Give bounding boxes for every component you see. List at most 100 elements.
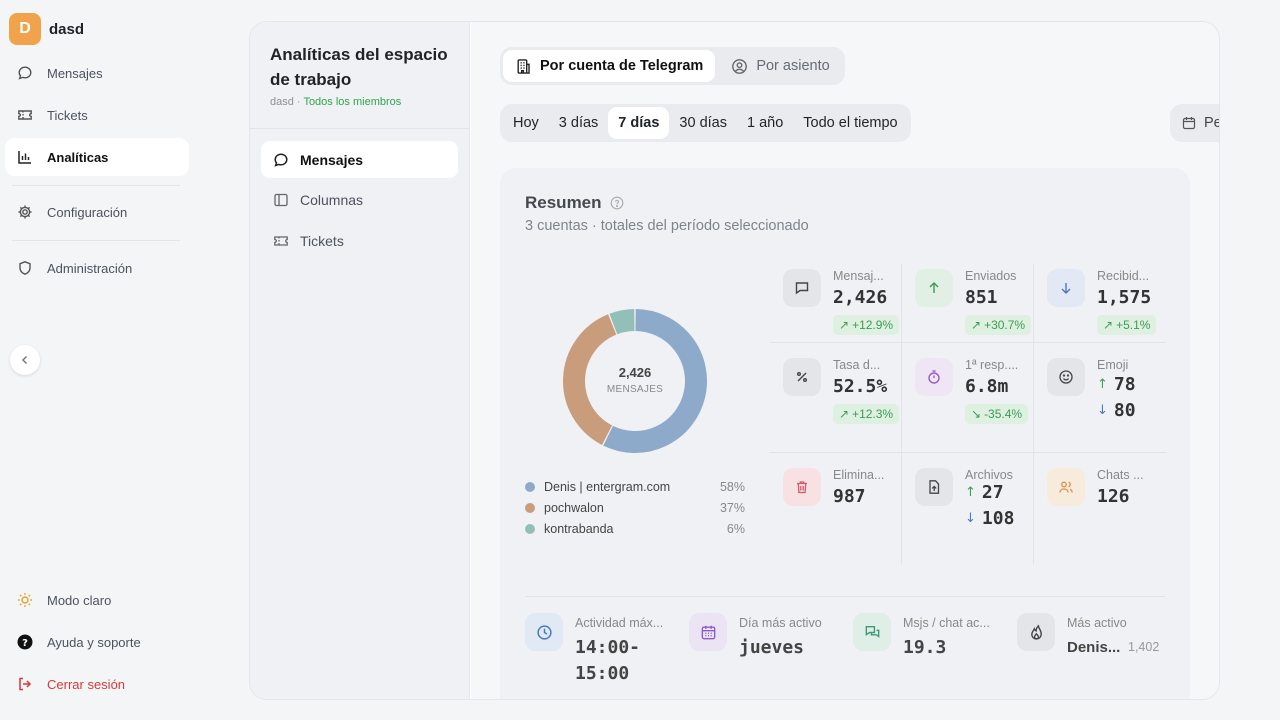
- metric-trend-badge: ↗ +12.9%: [833, 315, 900, 335]
- tab-por-cuenta-telegram[interactable]: Por cuenta de Telegram: [503, 50, 716, 82]
- help-support-button[interactable]: ? Ayuda y soporte: [5, 624, 189, 660]
- stat-value: Denis...: [1067, 639, 1121, 656]
- stat-value: jueves: [739, 637, 805, 658]
- stat-actividad-maxima: Actividad máx... 14:00- 15:00: [525, 613, 685, 684]
- trend-up-icon: ↗: [839, 318, 850, 332]
- workspace-logo: D: [9, 13, 41, 45]
- metric-label: Enviados: [965, 269, 1017, 283]
- legend-name: kontrabanda: [544, 521, 614, 536]
- calendar-icon: [689, 613, 727, 651]
- metric-value: 6.8m: [965, 376, 1009, 397]
- arrow-down-icon: [1047, 269, 1085, 307]
- help-circle-icon[interactable]: [610, 196, 624, 210]
- legend-item: pochwalon 37%: [525, 497, 745, 518]
- range-7-dias[interactable]: 7 días: [608, 107, 670, 139]
- subnav-item-tickets[interactable]: Tickets: [261, 222, 458, 259]
- legend-item: kontrabanda 6%: [525, 518, 745, 539]
- stat-dia-mas-activo: Día más activo jueves: [689, 613, 849, 673]
- metric-trend-badge: ↗ +12.3%: [833, 404, 900, 424]
- range-3-dias[interactable]: 3 días: [549, 107, 609, 139]
- sidebar-item-tickets[interactable]: Tickets: [5, 96, 189, 134]
- trend-up-icon: ↗: [1103, 318, 1114, 332]
- view-mode-toggle: Por cuenta de Telegram Por asiento: [500, 47, 845, 85]
- page-title: Analíticas del espacio de trabajo: [270, 45, 448, 89]
- sidebar-item-label: Mensajes: [47, 65, 103, 81]
- workspace-label: dasd: [270, 96, 294, 108]
- sidebar-item-mensajes[interactable]: Mensajes: [5, 54, 189, 92]
- subnav-item-columnas[interactable]: Columnas: [261, 181, 458, 218]
- metric-value-down: ↓ 108: [965, 508, 1014, 529]
- metric-primera-respuesta: 1ª resp.... 6.8m ↘ -35.4%: [902, 343, 1034, 453]
- tab-por-asiento[interactable]: Por asiento: [719, 50, 841, 82]
- sidebar-item-administracion[interactable]: Administración: [5, 249, 189, 287]
- metric-trend-badge: ↘ -35.4%: [965, 404, 1029, 424]
- donut-center-value: 2,426: [618, 365, 652, 380]
- users-icon: [1047, 468, 1085, 506]
- metric-label: Emoji: [1097, 358, 1129, 372]
- sun-icon: [18, 593, 32, 607]
- custom-range-button[interactable]: Personalizado: [1170, 104, 1219, 142]
- stat-label: Msjs / chat ac...: [903, 616, 990, 630]
- value-text: 108: [981, 508, 1015, 529]
- trend-up-icon: ↗: [971, 318, 982, 332]
- summary-panel: Resumen 3 cuentas · totales del período …: [500, 168, 1190, 699]
- custom-range-label: Personalizado: [1204, 115, 1219, 131]
- shield-icon: [19, 261, 31, 275]
- range-30-dias[interactable]: 30 días: [669, 107, 737, 139]
- calendar-icon: [1182, 117, 1196, 130]
- sidebar-item-analiticas[interactable]: Analíticas: [5, 138, 189, 176]
- metric-value-up: ↑ 78: [1097, 374, 1136, 395]
- message-icon: [274, 152, 288, 167]
- sidebar-item-configuracion[interactable]: Configuración: [5, 193, 189, 231]
- metric-label: Recibid...: [1097, 269, 1150, 283]
- subnav-item-mensajes[interactable]: Mensajes: [261, 141, 458, 178]
- scope-separator: ·: [293, 96, 304, 108]
- donut-legend: Denis | entergram.com 58% pochwalon 37% …: [525, 476, 745, 539]
- legend-percent: 37%: [719, 500, 745, 515]
- stat-label: Día más activo: [739, 616, 822, 630]
- metric-eliminados: Elimina... 987: [770, 453, 902, 563]
- legend-percent: 6%: [726, 521, 745, 536]
- collapse-sidebar-button[interactable]: [10, 345, 40, 375]
- stat-value: 14:00- 15:00: [575, 637, 641, 684]
- range-todo-el-tiempo[interactable]: Todo el tiempo: [793, 107, 907, 139]
- scope-link[interactable]: Todos los miembros: [303, 96, 401, 108]
- analytics-subnav: Analíticas del espacio de trabajo dasd ·…: [250, 22, 470, 699]
- analytics-card: Analíticas del espacio de trabajo dasd ·…: [249, 21, 1220, 700]
- stat-label: Más activo: [1067, 616, 1127, 630]
- range-hoy[interactable]: Hoy: [503, 107, 549, 139]
- scope-line: dasd · Todos los miembros: [270, 96, 401, 108]
- arrow-down-icon: ↓: [1097, 403, 1108, 418]
- summary-title-text: Resumen: [525, 193, 602, 212]
- legend-swatch: [525, 523, 535, 534]
- metric-label: Archivos: [965, 468, 1013, 482]
- theme-toggle-button[interactable]: Modo claro: [5, 582, 189, 618]
- arrow-up-icon: [915, 269, 953, 307]
- help-support-label: Ayuda y soporte: [47, 634, 141, 650]
- arrow-up-icon: ↑: [1097, 377, 1108, 392]
- message-icon: [18, 66, 32, 80]
- trash-icon: [783, 468, 821, 506]
- gear-icon: [18, 205, 32, 219]
- range-1-ano[interactable]: 1 año: [737, 107, 793, 139]
- stat-label: Actividad máx...: [575, 616, 664, 630]
- subnav-item-label: Tickets: [300, 232, 344, 249]
- tab-label: Por cuenta de Telegram: [540, 58, 704, 74]
- legend-percent: 58%: [719, 479, 745, 494]
- theme-toggle-label: Modo claro: [47, 592, 112, 608]
- donut-slice-2: [609, 309, 635, 335]
- badge-text: +12.9%: [852, 318, 894, 332]
- percent-icon: [783, 358, 821, 396]
- metric-label: 1ª resp....: [965, 358, 1019, 372]
- metric-value: 52.5%: [833, 376, 888, 397]
- trend-up-icon: ↗: [839, 407, 850, 421]
- badge-text: +12.3%: [852, 407, 894, 421]
- workspace-switcher[interactable]: D dasd: [9, 13, 84, 45]
- summary-subtitle: 3 cuentas · totales del período seleccio…: [525, 218, 809, 234]
- analytics-main: Por cuenta de Telegram Por asiento Hoy 3…: [471, 22, 1219, 699]
- metric-trend-badge: ↗ +30.7%: [965, 315, 1032, 335]
- tab-label: Por asiento: [756, 58, 830, 74]
- logout-button[interactable]: Cerrar sesión: [5, 666, 189, 702]
- metric-value: 987: [833, 486, 866, 507]
- metric-value-down: ↓ 80: [1097, 400, 1136, 421]
